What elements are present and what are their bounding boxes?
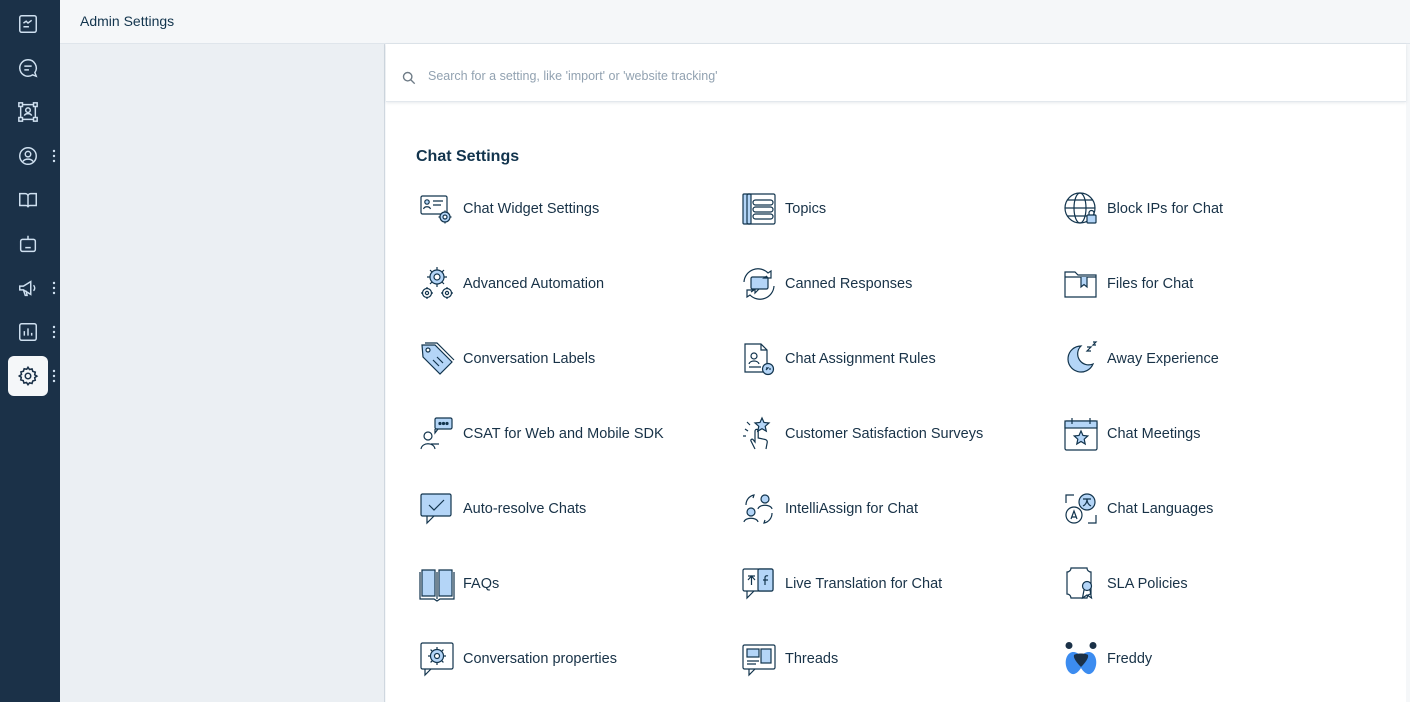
knowledge-book-icon	[19, 192, 37, 208]
setting-label: Auto-resolve Chats	[463, 501, 587, 517]
setting-label: Advanced Automation	[463, 276, 605, 292]
setting-chat-assignment-rules[interactable]: Chat Assignment Rules	[738, 334, 1060, 384]
files-folder-icon	[1064, 271, 1097, 298]
chat-settings-grid: Chat Widget Settings Topics Block IPs fo…	[416, 184, 1386, 702]
setting-customer-satisfaction-surveys[interactable]: Customer Satisfaction Surveys	[738, 409, 1060, 459]
sla-policies-icon	[1066, 567, 1093, 600]
setting-advanced-automation[interactable]: Advanced Automation	[416, 259, 738, 309]
rail-customers-button[interactable]	[8, 136, 48, 176]
main-content: Chat Settings Chat Widget Settings Topic…	[386, 44, 1406, 702]
intelliassign-icon	[743, 494, 773, 524]
block-ips-globe-icon	[1064, 192, 1097, 224]
settings-search-bar	[386, 44, 1406, 102]
left-nav-rail	[0, 0, 60, 702]
setting-chat-languages[interactable]: Chat Languages	[1060, 484, 1382, 534]
away-moon-icon	[1067, 341, 1098, 373]
conversation-properties-icon	[420, 642, 454, 677]
user-profile-icon	[19, 147, 37, 165]
assignment-rules-icon	[744, 343, 775, 376]
setting-sla-policies[interactable]: SLA Policies	[1060, 559, 1382, 609]
conversations-icon	[19, 59, 38, 78]
settings-gear-icon	[17, 365, 39, 387]
auto-resolve-icon	[420, 493, 452, 525]
setting-label: Chat Languages	[1107, 501, 1214, 517]
setting-label: Chat Widget Settings	[463, 201, 600, 217]
rail-campaigns-more-icon[interactable]	[51, 281, 57, 295]
rail-knowledge-button[interactable]	[8, 180, 48, 220]
setting-files-for-chat[interactable]: Files for Chat	[1060, 259, 1382, 309]
setting-faqs[interactable]: FAQs	[416, 559, 738, 609]
setting-label: IntelliAssign for Chat	[785, 501, 918, 517]
rail-analytics-button[interactable]	[8, 312, 48, 352]
setting-label: SLA Policies	[1107, 576, 1188, 592]
setting-label: CSAT for Web and Mobile SDK	[463, 426, 664, 442]
rail-settings-more-icon[interactable]	[51, 369, 57, 383]
setting-label: Away Experience	[1107, 351, 1219, 367]
dashboard-icon	[19, 15, 37, 33]
setting-canned-responses[interactable]: Canned Responses	[738, 259, 1060, 309]
setting-label: Conversation properties	[463, 651, 617, 667]
rail-bots-button[interactable]	[8, 224, 48, 264]
setting-label: Freddy	[1107, 651, 1153, 667]
rail-analytics-more-icon[interactable]	[51, 325, 57, 339]
freddy-icon	[1065, 642, 1097, 675]
setting-csat-web-mobile-sdk[interactable]: CSAT for Web and Mobile SDK	[416, 409, 738, 459]
chat-widget-settings-icon	[420, 195, 452, 224]
live-translation-icon	[742, 568, 774, 600]
rail-campaigns-button[interactable]	[8, 268, 48, 308]
section-title: Chat Settings	[416, 148, 520, 165]
setting-topics[interactable]: Topics	[738, 184, 1060, 234]
canned-responses-icon	[743, 268, 775, 300]
setting-label: Files for Chat	[1107, 276, 1194, 292]
rail-customers-more-icon[interactable]	[51, 149, 57, 163]
bot-icon	[19, 235, 37, 253]
labels-tag-icon	[421, 342, 455, 375]
rail-contacts-button[interactable]	[8, 92, 48, 132]
setting-auto-resolve-chats[interactable]: Auto-resolve Chats	[416, 484, 738, 534]
setting-label: Threads	[785, 651, 839, 667]
setting-label: Conversation Labels	[463, 351, 596, 367]
analytics-chart-icon	[19, 323, 37, 341]
rail-dashboard-button[interactable]	[8, 4, 48, 44]
threads-icon	[742, 644, 776, 677]
setting-away-experience[interactable]: Away Experience	[1060, 334, 1382, 384]
setting-label: Chat Meetings	[1107, 426, 1201, 442]
contacts-network-icon	[18, 102, 38, 122]
search-icon	[402, 71, 416, 85]
setting-conversation-properties[interactable]: Conversation properties	[416, 634, 738, 684]
languages-icon	[1065, 493, 1097, 524]
rail-admin-settings-button[interactable]	[8, 356, 48, 396]
setting-intelliassign-for-chat[interactable]: IntelliAssign for Chat	[738, 484, 1060, 534]
setting-label: Block IPs for Chat	[1107, 201, 1224, 217]
automation-gears-icon	[421, 267, 453, 299]
campaigns-megaphone-icon	[19, 280, 36, 297]
csat-sdk-icon	[420, 417, 453, 450]
setting-freddy[interactable]: Freddy	[1060, 634, 1382, 684]
rail-conversations-button[interactable]	[8, 48, 48, 88]
satisfaction-survey-icon	[743, 416, 771, 450]
setting-threads[interactable]: Threads	[738, 634, 1060, 684]
secondary-sidebar	[60, 44, 385, 702]
top-header: Admin Settings	[60, 0, 1410, 44]
setting-label: Topics	[785, 201, 827, 217]
setting-label: FAQs	[463, 576, 500, 592]
setting-chat-meetings[interactable]: Chat Meetings	[1060, 409, 1382, 459]
setting-live-translation-for-chat[interactable]: Live Translation for Chat	[738, 559, 1060, 609]
setting-label: Live Translation for Chat	[785, 576, 943, 592]
setting-chat-widget-settings[interactable]: Chat Widget Settings	[416, 184, 738, 234]
topics-icon	[742, 193, 776, 225]
setting-label: Canned Responses	[785, 276, 913, 292]
faqs-book-icon	[419, 569, 455, 602]
setting-conversation-labels[interactable]: Conversation Labels	[416, 334, 738, 384]
meetings-calendar-icon	[1064, 418, 1098, 451]
setting-label: Customer Satisfaction Surveys	[785, 426, 984, 442]
setting-block-ips-for-chat[interactable]: Block IPs for Chat	[1060, 184, 1382, 234]
settings-search-input[interactable]	[428, 64, 1328, 88]
page-title: Admin Settings	[80, 13, 175, 29]
setting-label: Chat Assignment Rules	[785, 351, 936, 367]
